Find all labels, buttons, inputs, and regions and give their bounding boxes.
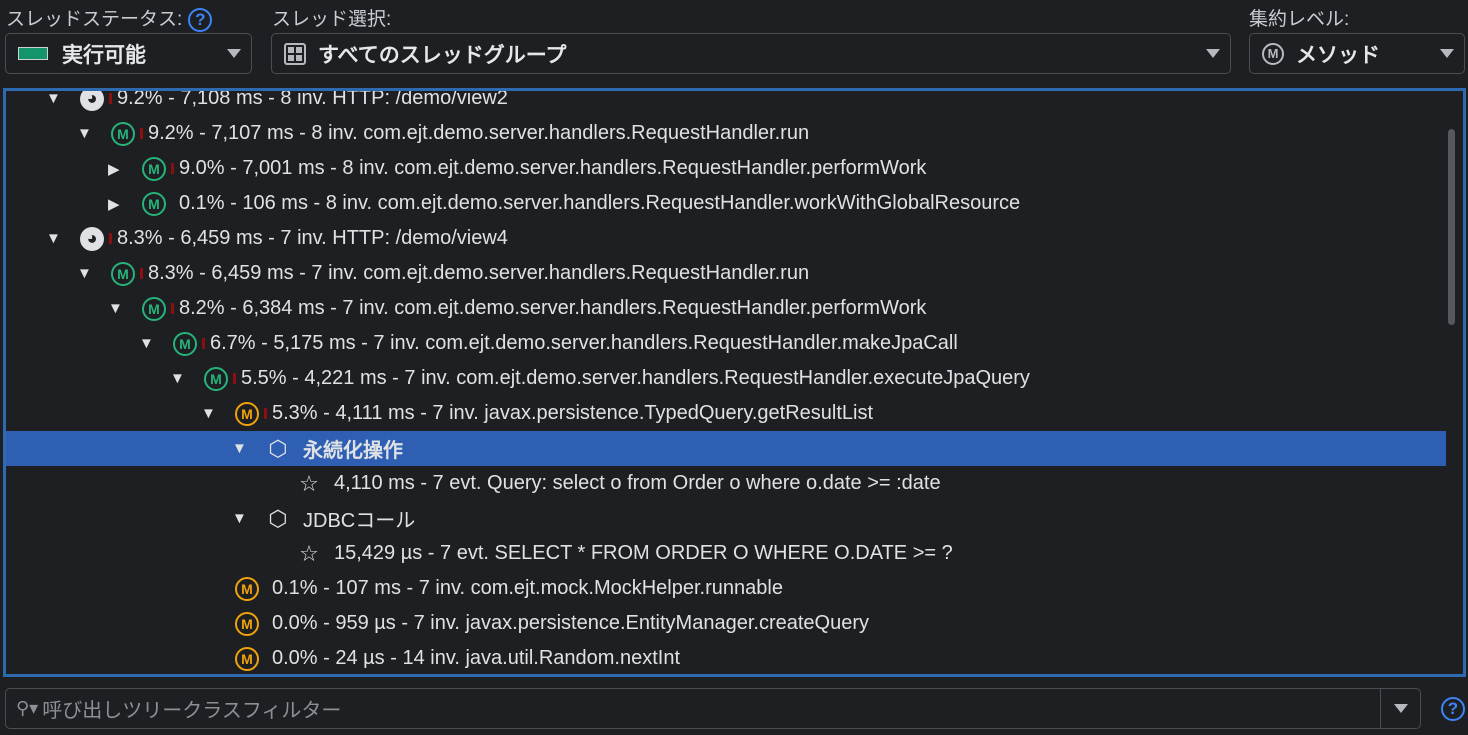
row-text: 0.0% - 959 µs - 7 inv. javax.persistence… [272, 612, 869, 634]
tree-row[interactable]: ▼ M 9.2% - 7,107 ms - 8 inv. com.ejt.demo.… [6, 116, 1463, 151]
chevron-down-icon [1440, 49, 1454, 58]
collapse-icon[interactable]: ▼ [77, 125, 111, 142]
scrollbar[interactable] [1448, 129, 1455, 325]
row-text: 8.3% - 6,459 ms - 7 inv. com.ejt.demo.se… [148, 262, 810, 284]
collapse-icon[interactable]: ▼ [46, 230, 80, 247]
row-text: 9.2% - 7,107 ms - 8 inv. com.ejt.demo.se… [148, 122, 810, 144]
globe-icon: ◕ [80, 226, 104, 251]
method-icon: M [235, 401, 259, 426]
class-filter-input[interactable]: ⚲▾ 呼び出しツリークラスフィルター [5, 688, 1421, 729]
thread-status-dropdown[interactable]: 実行可能 [5, 33, 252, 74]
row-text: JDBCコール [303, 510, 416, 532]
chevron-down-icon [227, 49, 241, 58]
tree-row[interactable]: ☆ 4,110 ms - 7 evt. Query: select o from … [6, 466, 1463, 501]
collapse-icon[interactable]: ▼ [139, 335, 173, 352]
method-icon: M [235, 576, 259, 601]
tree-row[interactable]: M 0.0% - 24 µs - 14 inv. java.util.Random… [6, 641, 1463, 674]
hotspot-bar [140, 128, 143, 139]
thread-select-label: スレッド選択: [272, 9, 392, 30]
method-icon: M [173, 331, 197, 356]
hotspot-bar [202, 338, 205, 349]
collapse-icon[interactable]: ▼ [232, 510, 266, 527]
tree-row[interactable]: ▼ ◕ 9.2% - 7,108 ms - 8 inv. HTTP: /demo/v… [6, 88, 1463, 116]
tree-row[interactable]: ▼ M 6.7% - 5,175 ms - 7 inv. com.ejt.demo.… [6, 326, 1463, 361]
tree-row[interactable]: ▶ M 0.1% - 106 ms - 8 inv. com.ejt.demo.se… [6, 186, 1463, 221]
hotspot-bar [109, 93, 112, 104]
row-text: 0.0% - 24 µs - 14 inv. java.util.Random.… [272, 647, 681, 669]
method-icon: M [142, 296, 166, 321]
filter-history-dropdown[interactable] [1380, 689, 1420, 728]
row-text: 9.2% - 7,108 ms - 8 inv. HTTP: /demo/vie… [117, 88, 508, 109]
tree-row[interactable]: ▼ M 8.2% - 6,384 ms - 7 inv. com.ejt.demo.… [6, 291, 1463, 326]
row-text: 5.3% - 4,111 ms - 7 inv. javax.persisten… [272, 402, 874, 424]
collapse-icon[interactable]: ▼ [46, 91, 80, 107]
help-icon[interactable]: ? [188, 7, 213, 32]
search-icon: ⚲▾ [16, 698, 39, 718]
aggregation-dropdown[interactable]: M メソッド [1249, 33, 1465, 74]
tree-row[interactable]: ▼ M 8.3% - 6,459 ms - 7 inv. com.ejt.demo.… [6, 256, 1463, 291]
expand-icon[interactable]: ▶ [108, 160, 142, 178]
thread-status-label: スレッドステータス:? [6, 4, 213, 32]
tree-row[interactable]: ☆ 15,429 µs - 7 evt. SELECT * FROM ORDER … [6, 536, 1463, 571]
collapse-icon[interactable]: ▼ [108, 300, 142, 317]
row-text: 6.7% - 5,175 ms - 7 inv. com.ejt.demo.se… [210, 332, 958, 354]
tree-row[interactable]: ▼ ⬡ JDBCコール [6, 501, 1463, 536]
filter-placeholder: 呼び出しツリークラスフィルター [42, 700, 342, 722]
tree-row[interactable]: M 0.0% - 959 µs - 7 inv. javax.persistenc… [6, 606, 1463, 641]
collapse-icon[interactable]: ▼ [201, 405, 235, 422]
runnable-color-icon [18, 47, 48, 60]
method-icon: M [1262, 42, 1284, 65]
row-text: 8.2% - 6,384 ms - 7 inv. com.ejt.demo.se… [179, 297, 927, 319]
thread-select-value: すべてのスレッドグループ [318, 43, 567, 67]
row-text: 永続化操作 [303, 440, 403, 462]
expand-icon[interactable]: ▶ [108, 195, 142, 213]
tree-row[interactable]: ▼ ◕ 8.3% - 6,459 ms - 7 inv. HTTP: /demo/v… [6, 221, 1463, 256]
chevron-down-icon [1206, 49, 1220, 58]
thread-select-dropdown[interactable]: すべてのスレッドグループ [271, 33, 1231, 74]
row-text: 9.0% - 7,001 ms - 8 inv. com.ejt.demo.se… [179, 157, 927, 179]
call-tree[interactable]: ▼ ◕ 9.2% - 7,108 ms - 8 inv. HTTP: /demo/v… [3, 88, 1466, 677]
collapse-icon[interactable]: ▼ [77, 265, 111, 282]
help-icon[interactable]: ? [1441, 697, 1465, 721]
star-icon: ☆ [299, 540, 319, 566]
row-text: 0.1% - 107 ms - 7 inv. com.ejt.mock.Mock… [272, 577, 783, 599]
hotspot-bar [109, 233, 112, 244]
method-icon: M [142, 191, 166, 216]
row-text: 5.5% - 4,221 ms - 7 inv. com.ejt.demo.se… [241, 367, 1030, 389]
row-text: 8.3% - 6,459 ms - 7 inv. HTTP: /demo/vie… [117, 227, 508, 249]
tree-row[interactable]: ▼ M 5.3% - 4,111 ms - 7 inv. javax.persist… [6, 396, 1463, 431]
package-icon: ⬡ [268, 505, 288, 531]
aggregation-value: メソッド [1296, 43, 1380, 67]
globe-icon: ◕ [80, 91, 104, 111]
tree-row[interactable]: ▼ M 5.5% - 4,221 ms - 7 inv. com.ejt.demo.… [6, 361, 1463, 396]
method-icon: M [111, 121, 135, 146]
tree-row[interactable]: ▼ ⬡ 永続化操作 [6, 431, 1446, 466]
collapse-icon[interactable]: ▼ [232, 440, 266, 457]
tree-row[interactable]: M 0.1% - 107 ms - 7 inv. com.ejt.mock.Moc… [6, 571, 1463, 606]
star-icon: ☆ [299, 470, 319, 496]
hotspot-bar [264, 408, 267, 419]
thread-status-value: 実行可能 [62, 43, 146, 67]
method-icon: M [111, 261, 135, 286]
row-text: 0.1% - 106 ms - 8 inv. com.ejt.demo.serv… [179, 192, 1021, 214]
aggregation-label: 集約レベル: [1249, 9, 1350, 30]
method-icon: M [142, 156, 166, 181]
row-text: 15,429 µs - 7 evt. SELECT * FROM ORDER O… [334, 542, 953, 564]
method-icon: M [204, 366, 228, 391]
thread-group-icon [284, 42, 306, 65]
hotspot-bar [140, 268, 143, 279]
package-icon: ⬡ [268, 435, 288, 461]
hotspot-bar [171, 163, 174, 174]
collapse-icon[interactable]: ▼ [170, 370, 204, 387]
method-icon: M [235, 646, 259, 671]
hotspot-bar [233, 373, 236, 384]
tree-row[interactable]: ▶ M 9.0% - 7,001 ms - 8 inv. com.ejt.demo.… [6, 151, 1463, 186]
hotspot-bar [171, 303, 174, 314]
method-icon: M [235, 611, 259, 636]
row-text: 4,110 ms - 7 evt. Query: select o from O… [334, 472, 941, 494]
